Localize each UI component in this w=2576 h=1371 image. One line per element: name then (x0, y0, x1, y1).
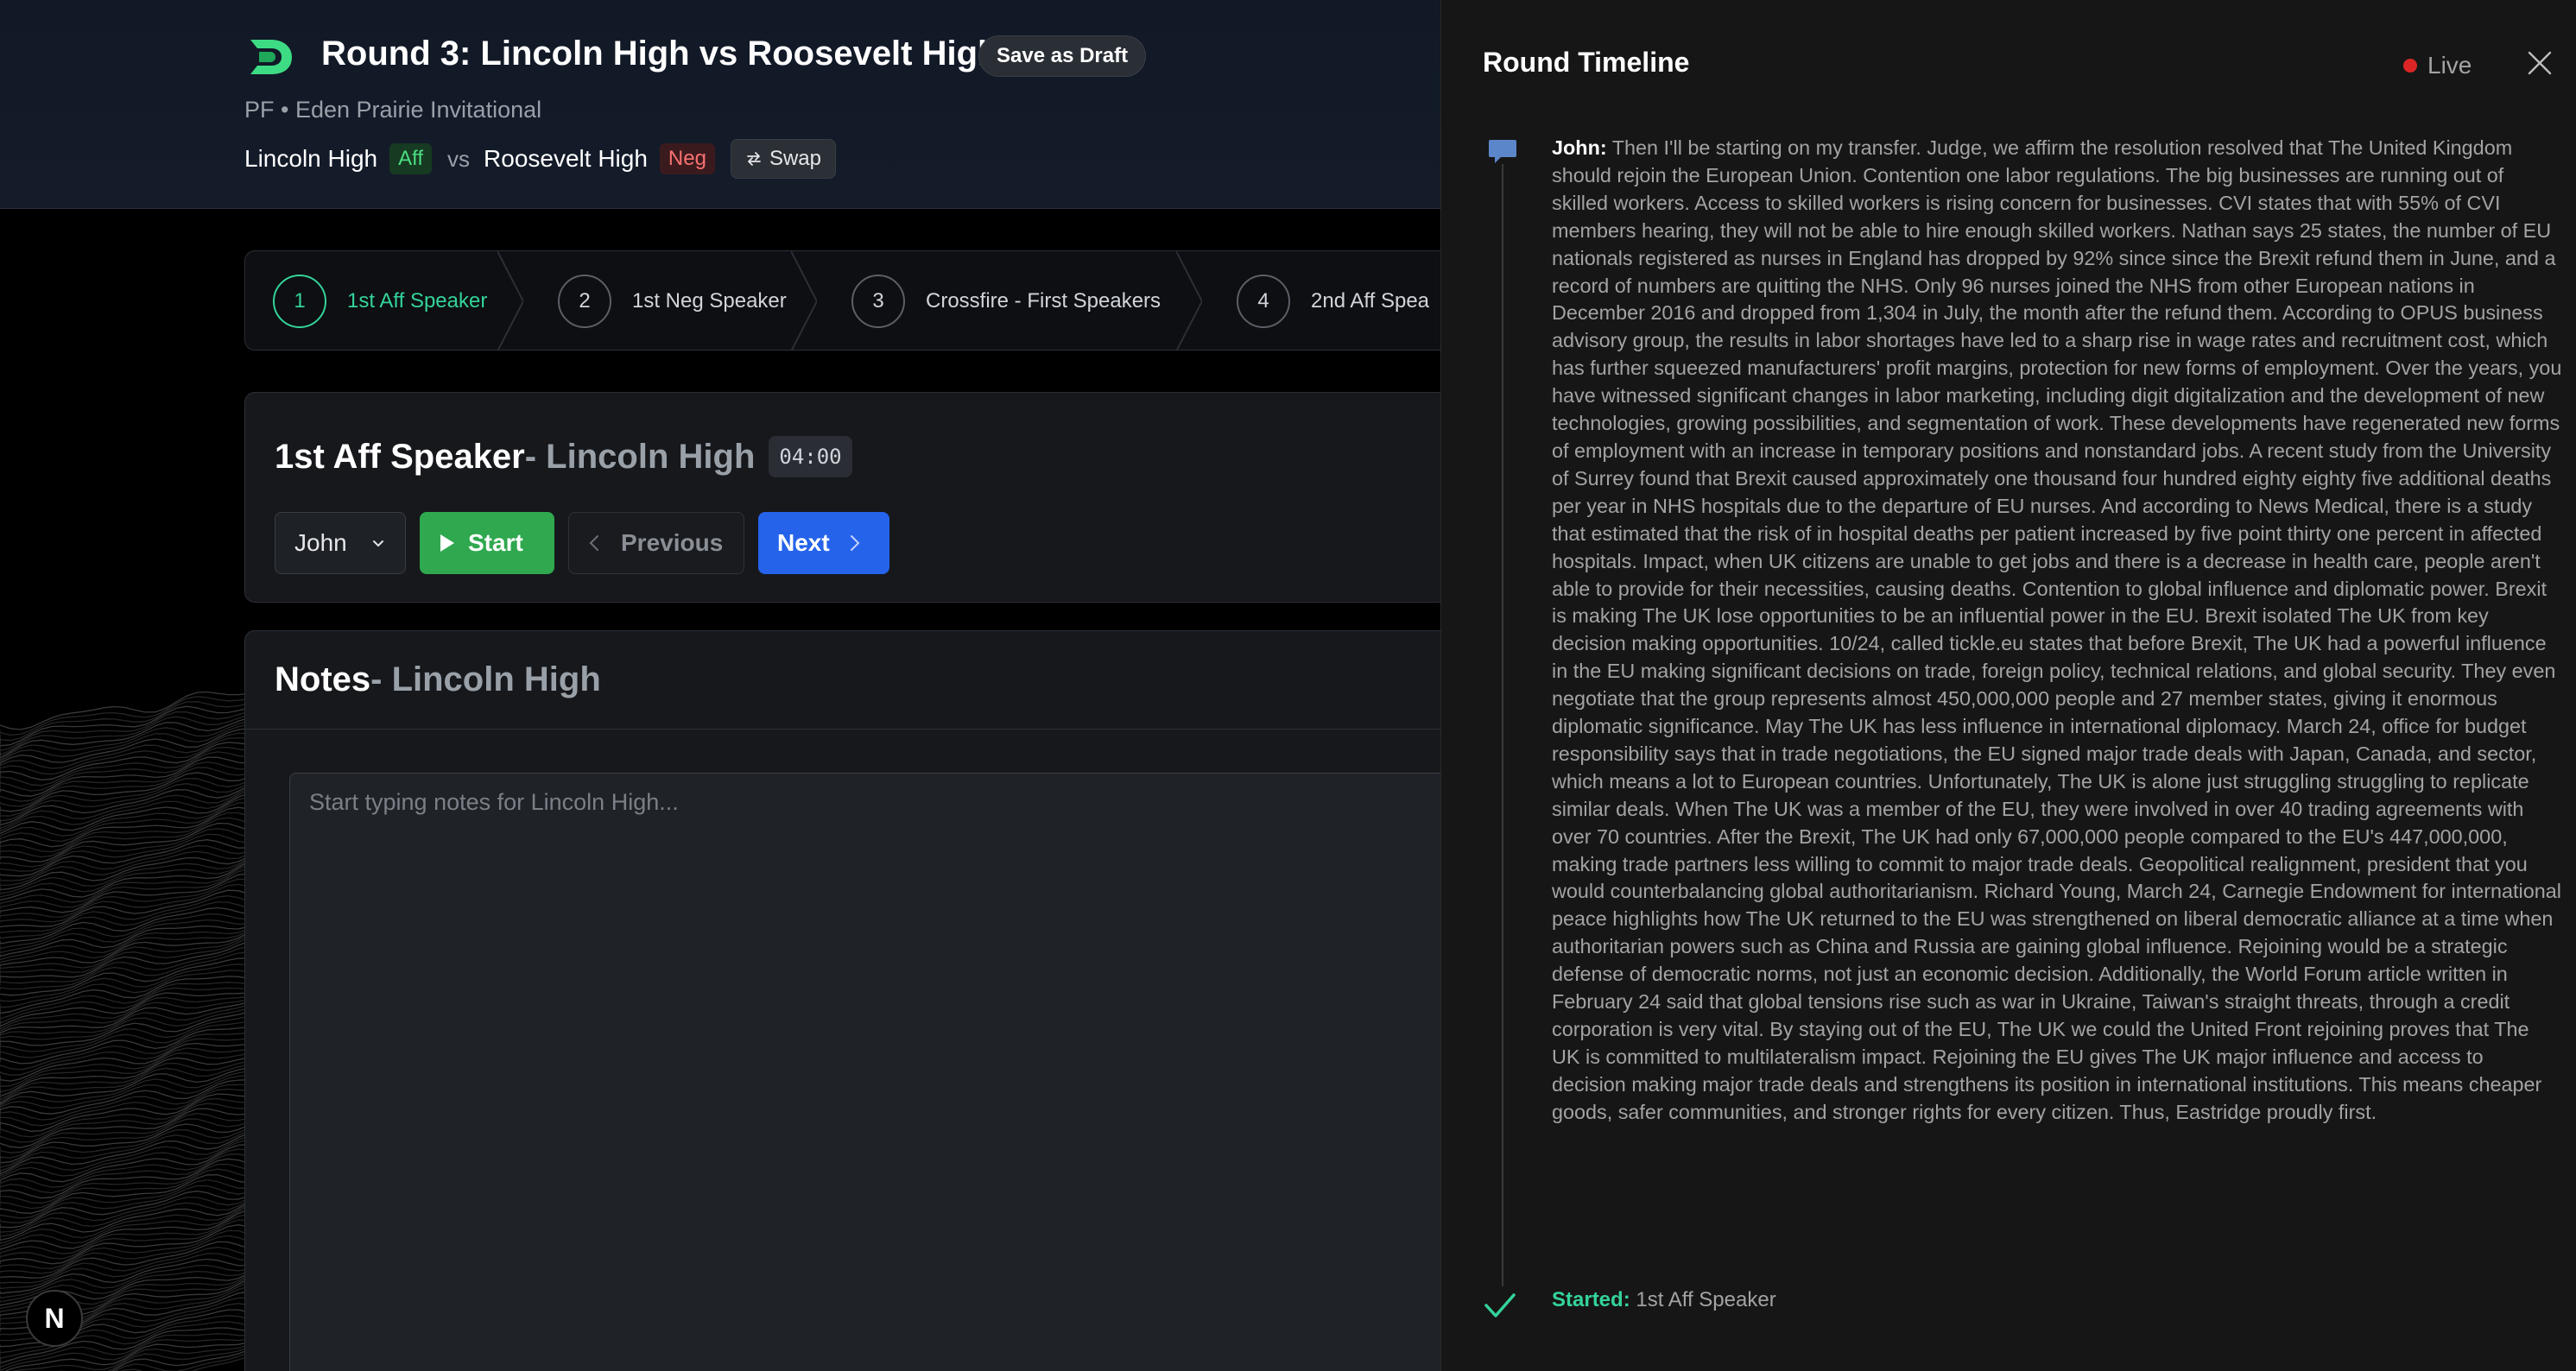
close-icon[interactable] (2526, 49, 2554, 77)
speaker-team: - Lincoln High (524, 437, 756, 476)
speech-controls: John Start Previous Next (275, 512, 889, 574)
round-subtitle: PF • Eden Prairie Invitational (244, 97, 542, 123)
aff-team-name: Lincoln High (244, 145, 378, 172)
transcript-text: Then I'll be starting on my transfer. Ju… (1552, 136, 2562, 1123)
step-divider (497, 251, 523, 350)
notes-card: Notes - Lincoln High Start typing notes … (244, 630, 1443, 1371)
step-divider (791, 251, 817, 350)
notes-textarea[interactable]: Start typing notes for Lincoln High... (289, 773, 1443, 1371)
previous-label: Previous (621, 529, 724, 556)
speaker-select-value: John (294, 529, 347, 556)
step-label: Crossfire - First Speakers (926, 289, 1161, 313)
aff-badge: Aff (389, 143, 433, 174)
swap-button[interactable]: Swap (730, 139, 836, 179)
panel-title: Round Timeline (1483, 47, 1690, 78)
checkmark-icon (1484, 1293, 1516, 1317)
speech-timer: 04:00 (769, 436, 852, 477)
save-draft-button[interactable]: Save as Draft (978, 35, 1147, 77)
chat-bubble-icon (1489, 140, 1516, 163)
step-label: 2nd Aff Spea (1311, 289, 1430, 313)
step-number: 2 (558, 275, 611, 328)
transcript-speaker: John: (1552, 136, 1607, 159)
timeline-entry-transcript: John: Then I'll be starting on my transf… (1552, 135, 2562, 1127)
speech-stepper: 1 1st Aff Speaker 2 1st Neg Speaker 3 Cr… (244, 250, 1442, 351)
swap-icon (747, 152, 761, 166)
speaker-select[interactable]: John (275, 512, 406, 574)
chevron-down-icon (373, 540, 383, 547)
current-speaker-card: 1st Aff Speaker - Lincoln High 04:00 Joh… (244, 392, 1442, 603)
live-label: Live (2427, 52, 2472, 79)
step-4[interactable]: 4 2nd Aff Spea (1237, 251, 1430, 350)
step-number: 1 (273, 275, 326, 328)
start-label: Start (468, 529, 523, 556)
live-indicator: Live (2403, 52, 2472, 79)
dev-tools-badge[interactable]: N (26, 1290, 83, 1347)
step-1[interactable]: 1 1st Aff Speaker (273, 251, 488, 350)
timeline-entry-started: Started: 1st Aff Speaker (1552, 1288, 1776, 1312)
vs-label: vs (447, 145, 471, 172)
start-button[interactable]: Start (420, 512, 554, 574)
step-number: 4 (1237, 275, 1290, 328)
notes-team: - Lincoln High (370, 660, 601, 698)
notes-heading: Notes - Lincoln High (245, 631, 1442, 730)
logo-icon (250, 40, 292, 74)
play-icon (440, 534, 454, 552)
step-label: 1st Aff Speaker (347, 289, 488, 313)
live-dot-icon (2403, 59, 2417, 73)
step-label: 1st Neg Speaker (632, 289, 787, 313)
chevron-right-icon (850, 535, 860, 551)
matchup-row: Lincoln High Aff vs Roosevelt High Neg S… (244, 138, 836, 180)
background-wave-texture (0, 691, 259, 1371)
started-value: 1st Aff Speaker (1630, 1288, 1776, 1311)
swap-label: Swap (769, 147, 821, 170)
started-label: Started: (1552, 1288, 1630, 1311)
next-label: Next (777, 529, 830, 556)
notes-title: Notes (275, 660, 371, 698)
step-divider (1176, 251, 1202, 350)
round-title: Round 3: Lincoln High vs Roosevelt High (321, 35, 999, 73)
neg-badge: Neg (659, 143, 715, 174)
timeline-line (1502, 164, 1503, 1286)
step-2[interactable]: 2 1st Neg Speaker (558, 251, 787, 350)
speaker-heading: 1st Aff Speaker - Lincoln High 04:00 (275, 436, 852, 477)
step-number: 3 (851, 275, 905, 328)
speaker-role: 1st Aff Speaker (275, 437, 525, 476)
round-header: Round 3: Lincoln High vs Roosevelt High … (0, 0, 1442, 209)
previous-button[interactable]: Previous (568, 512, 744, 574)
step-3[interactable]: 3 Crossfire - First Speakers (851, 251, 1161, 350)
next-button[interactable]: Next (758, 512, 889, 574)
neg-team-name: Roosevelt High (484, 145, 648, 172)
round-timeline-panel: Round Timeline Live John: Then I'll be s… (1440, 0, 2576, 1371)
chevron-left-icon (589, 535, 598, 551)
